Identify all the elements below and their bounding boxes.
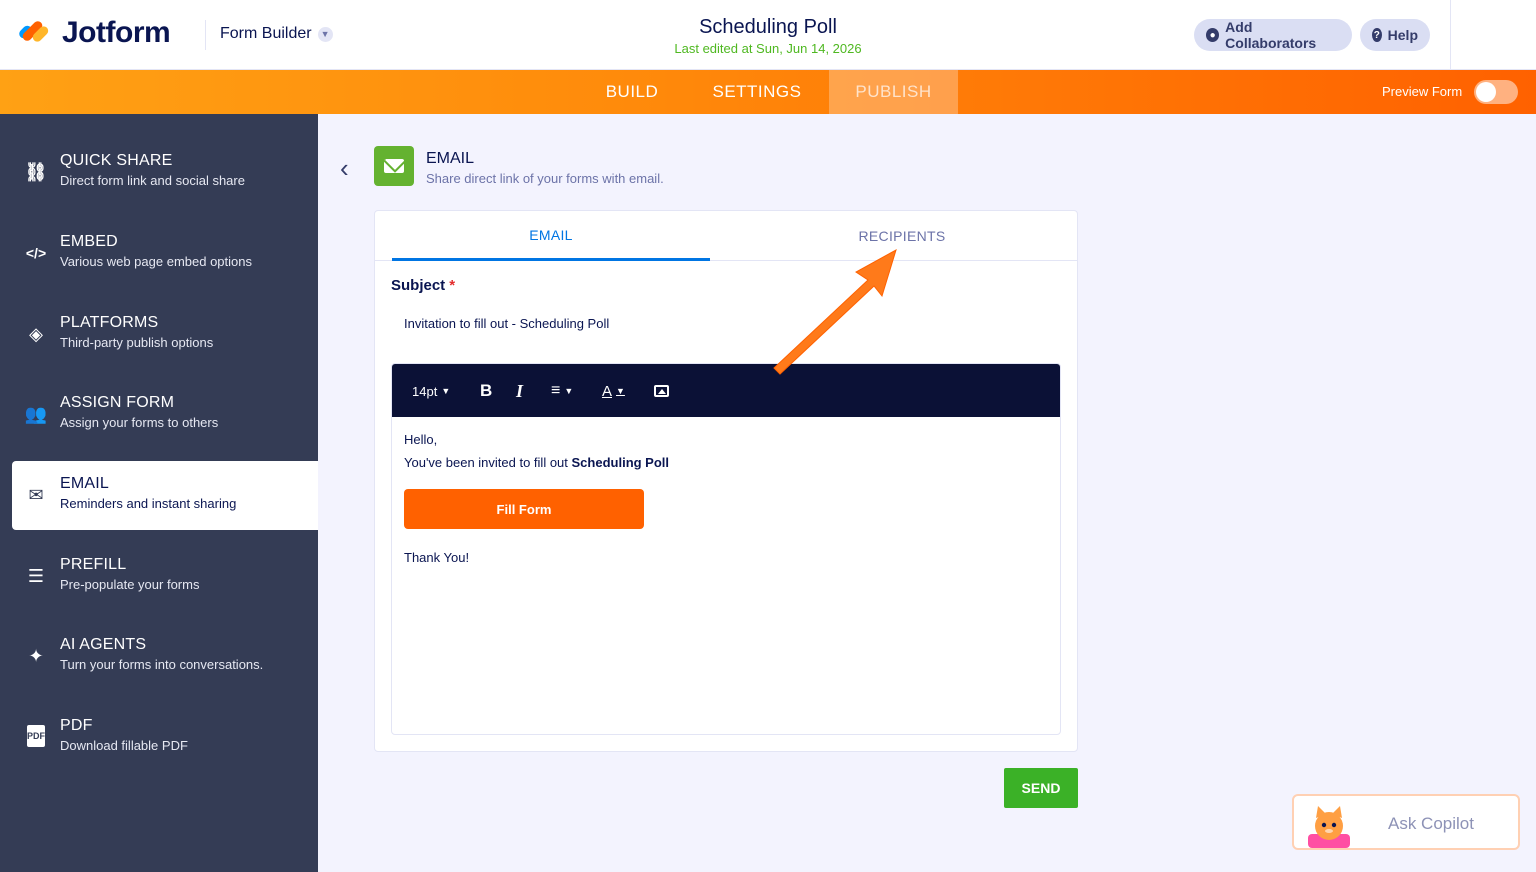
code-icon: </> (25, 245, 47, 261)
sidebar-item-desc: Reminders and instant sharing (60, 496, 237, 511)
form-builder-label: Form Builder (220, 25, 312, 42)
email-badge-icon (374, 146, 414, 186)
sidebar-item-desc: Direct form link and social share (60, 173, 245, 188)
sidebar-item-desc: Pre-populate your forms (60, 577, 200, 592)
publish-sidebar: ⛓ QUICK SHARE Direct form link and socia… (0, 114, 318, 872)
toggle-knob (1476, 82, 1496, 102)
sidebar-item-title: EMAIL (60, 475, 110, 492)
header-separator (1450, 0, 1451, 70)
form-title-block: Scheduling Poll Last edited at Sun, Jun … (568, 16, 968, 56)
link-icon: ⛓ (24, 161, 48, 182)
invitation-prefix: You've been invited to fill out (404, 455, 572, 470)
align-icon: ≡ (551, 382, 561, 399)
email-card: EMAIL RECIPIENTS Subject * Invitation to … (374, 210, 1078, 752)
email-body-editor[interactable]: 14pt ▼ B I ≡ ▼ A ▼ Hello, You've been invit… (391, 363, 1061, 735)
envelope-icon: ✉ (28, 484, 44, 505)
tab-settings[interactable]: SETTINGS (690, 70, 824, 114)
font-size-dropdown[interactable]: 14pt ▼ (412, 380, 450, 402)
chevron-down-icon: ▼ (441, 386, 451, 396)
ask-copilot-label: Ask Copilot (1388, 814, 1474, 833)
chevron-down-icon: ▼ (564, 386, 574, 396)
sidebar-item-desc: Various web page embed options (60, 254, 252, 269)
header-divider (205, 20, 206, 50)
sidebar-item-desc: Download fillable PDF (60, 738, 188, 753)
subject-input[interactable]: Invitation to fill out - Scheduling Poll (404, 316, 609, 331)
invitation-form-name: Scheduling Poll (571, 455, 670, 470)
users-icon: 👥 (24, 403, 48, 424)
form-builder-dropdown[interactable]: Form Builder ▼ (220, 25, 333, 43)
jotform-logo-icon (17, 17, 51, 49)
page-subtitle: Share direct link of your forms with ema… (426, 171, 664, 186)
sidebar-item-title: EMBED (60, 233, 118, 250)
tab-build[interactable]: BUILD (587, 70, 677, 114)
bold-button[interactable]: B (480, 380, 492, 402)
preview-form-toggle[interactable] (1474, 80, 1518, 104)
copilot-cat-icon (1308, 806, 1350, 848)
chevron-down-icon: ▼ (317, 26, 333, 42)
sidebar-item-prefill[interactable]: ☰ PREFILL Pre-populate your forms (12, 542, 318, 611)
main-nav: BUILD SETTINGS PUBLISH Preview Form (0, 70, 1536, 114)
align-dropdown[interactable]: ≡ ▼ (551, 380, 573, 402)
text-color-icon: A (602, 382, 613, 400)
add-collaborators-button[interactable]: ● Add Collaborators (1194, 19, 1352, 51)
sidebar-item-platforms[interactable]: ◈ PLATFORMS Third-party publish options (12, 300, 318, 369)
email-greeting: Hello, (404, 432, 438, 447)
send-button[interactable]: SEND (1004, 768, 1078, 808)
subject-label: Subject * (391, 277, 455, 294)
last-edited: Last edited at Sun, Jun 14, 2026 (674, 41, 862, 56)
sidebar-item-embed[interactable]: </> EMBED Various web page embed options (12, 219, 318, 288)
page-title: EMAIL (426, 150, 475, 167)
subject-label-text: Subject (391, 277, 446, 294)
sidebar-item-title: PREFILL (60, 556, 127, 573)
pdf-icon: PDF (27, 725, 45, 747)
logo-text: Jotform (62, 16, 171, 49)
help-button[interactable]: ? Help (1360, 19, 1430, 51)
sidebar-item-title: PLATFORMS (60, 314, 159, 331)
sidebar-item-assign-form[interactable]: 👥 ASSIGN FORM Assign your forms to other… (12, 380, 318, 449)
add-collaborators-label: Add Collaborators (1225, 19, 1317, 51)
sidebar-item-title: QUICK SHARE (60, 152, 173, 169)
prefill-icon: ☰ (27, 565, 45, 586)
help-label: Help (1387, 27, 1418, 43)
email-closing: Thank You! (404, 550, 470, 565)
fill-form-button[interactable]: Fill Form (404, 489, 644, 529)
sidebar-item-desc: Assign your forms to others (60, 415, 219, 430)
tab-publish[interactable]: PUBLISH (829, 70, 958, 114)
sidebar-item-desc: Turn your forms into conversations. (60, 657, 264, 672)
insert-image-button[interactable] (654, 380, 669, 402)
annotation-arrow-icon (773, 248, 897, 375)
user-icon: ● (1206, 28, 1220, 42)
email-tabs: EMAIL RECIPIENTS (375, 211, 1077, 261)
sidebar-item-title: ASSIGN FORM (60, 394, 175, 411)
tab-email[interactable]: EMAIL (392, 211, 710, 261)
sparkle-icon: ✦ (28, 645, 44, 666)
font-size-value: 14pt (412, 383, 438, 399)
top-header: Jotform Form Builder ▼ Scheduling Poll L… (0, 0, 1536, 70)
sidebar-item-title: PDF (60, 717, 93, 734)
editor-toolbar: 14pt ▼ B I ≡ ▼ A ▼ (392, 364, 1060, 417)
back-button[interactable]: ‹ (340, 154, 360, 182)
sidebar-item-email[interactable]: ✉ EMAIL Reminders and instant sharing (12, 461, 318, 530)
sidebar-item-quick-share[interactable]: ⛓ QUICK SHARE Direct form link and socia… (12, 138, 318, 207)
sidebar-item-ai-agents[interactable]: ✦ AI AGENTS Turn your forms into convers… (12, 622, 318, 691)
jotform-logo[interactable]: Jotform (17, 16, 171, 50)
italic-button[interactable]: I (516, 380, 523, 402)
image-icon (654, 385, 669, 397)
sidebar-item-pdf[interactable]: PDF PDF Download fillable PDF (12, 703, 318, 772)
ask-copilot-button[interactable]: Ask Copilot (1292, 794, 1520, 850)
sidebar-item-desc: Third-party publish options (60, 335, 214, 350)
question-icon: ? (1372, 28, 1382, 42)
email-invitation-line: You've been invited to fill out Scheduli… (404, 455, 669, 470)
chevron-down-icon: ▼ (616, 386, 625, 396)
sidebar-item-title: AI AGENTS (60, 636, 147, 653)
form-title[interactable]: Scheduling Poll (568, 16, 968, 39)
text-color-dropdown[interactable]: A ▼ (602, 380, 625, 402)
preview-form-label: Preview Form (1382, 84, 1463, 99)
required-mark: * (449, 277, 456, 294)
layers-icon: ◈ (29, 323, 43, 344)
